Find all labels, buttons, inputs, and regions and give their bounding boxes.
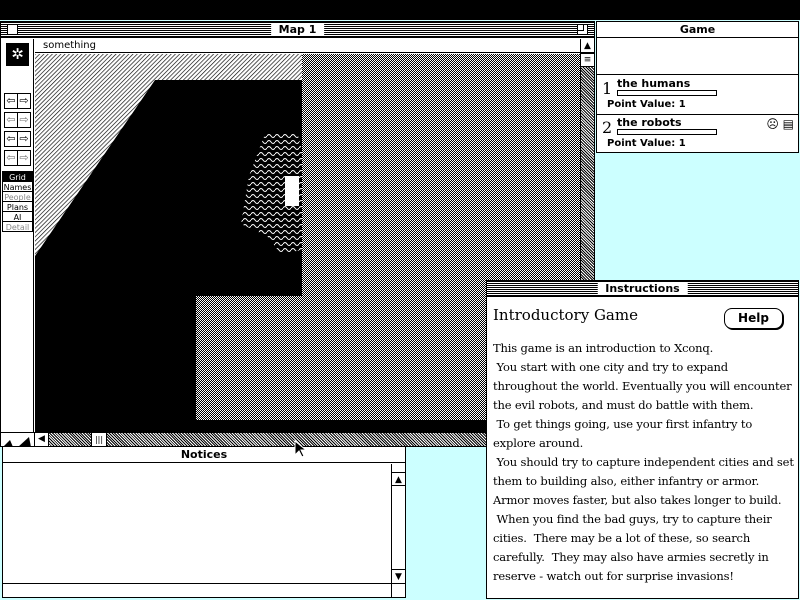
robot-face-icon: ☹ ▤ — [766, 117, 794, 131]
notices-vertical-scrollbar[interactable]: ▲ ▼ — [391, 464, 405, 583]
arrow-right-bold-icon[interactable]: ⇨ — [17, 131, 31, 147]
scroll-left-icon[interactable]: ◀ — [35, 433, 49, 446]
arrow-left-bold-icon[interactable]: ⇦ — [4, 131, 18, 147]
scroll-arrow-grid: ⇦ ⇨ ⇦ ⇨ ⇦ ⇨ ⇦ ⇨ — [4, 89, 32, 166]
arrow-left-dotted-icon[interactable]: ⇦ — [4, 150, 18, 166]
notices-window: Notices ▲ ▼ — [2, 446, 406, 598]
arrow-left-icon[interactable]: ⇦ — [4, 93, 18, 109]
side-row[interactable]: 1 the humans Point Value: 1 — [597, 76, 798, 115]
notices-horizontal-scrollbar[interactable] — [3, 583, 391, 597]
side-number: 2 — [602, 118, 613, 137]
side-progress-bar — [617, 90, 717, 96]
mode-names-button[interactable]: Names — [2, 181, 33, 192]
map-titlebar[interactable]: Map 1 — [1, 22, 594, 38]
scroll-up-icon[interactable]: ▲ — [392, 472, 405, 486]
side-point-value: Point Value: 1 — [607, 99, 686, 110]
mode-people-button[interactable]: People — [2, 191, 33, 202]
close-box[interactable] — [7, 24, 18, 35]
instructions-window: Instructions Introductory Game Help This… — [486, 280, 799, 599]
instructions-titlebar[interactable]: Instructions — [487, 281, 798, 297]
side-name: the humans — [617, 77, 691, 90]
mode-detail-button[interactable]: Detail — [2, 221, 33, 232]
game-window-title: Game — [671, 23, 724, 36]
scroll-up-icon[interactable]: ▲ — [581, 39, 594, 53]
snowflake-icon[interactable]: ✲ — [6, 43, 29, 66]
instructions-heading: Introductory Game — [493, 306, 638, 324]
map-toolbar: ✲ ⇦ ⇨ ⇦ ⇨ ⇦ ⇨ ⇦ ⇨ Grid Names People Plans AI… — [1, 39, 34, 446]
map-mode-list: Grid Names People Plans AI Detail — [2, 171, 33, 232]
zoom-box[interactable] — [577, 24, 588, 35]
arrow-right-outline-icon[interactable]: ⇨ — [17, 112, 31, 128]
instructions-window-title: Instructions — [597, 282, 688, 295]
zoom-controls[interactable] — [1, 433, 35, 447]
map-hscroll-thumb[interactable]: ||| — [91, 433, 107, 446]
game-status-area — [597, 39, 798, 75]
side-progress-bar — [617, 129, 717, 135]
notices-window-title: Notices — [172, 448, 236, 461]
game-titlebar[interactable]: Game — [597, 22, 798, 38]
notices-text-area[interactable] — [3, 464, 391, 583]
side-name: the robots — [617, 116, 682, 129]
mouse-cursor-icon — [294, 440, 308, 458]
notices-titlebar[interactable]: Notices — [3, 447, 405, 463]
arrow-right-icon[interactable]: ⇨ — [17, 93, 31, 109]
menu-bar — [0, 0, 800, 20]
instructions-text: This game is an introduction to Xconq. Y… — [493, 341, 794, 583]
map-vscroll-thumb[interactable]: ≡ — [581, 53, 594, 67]
help-button[interactable]: Help — [724, 308, 783, 329]
game-window: Game 1 the humans Point Value: 1 2 the r… — [596, 21, 799, 153]
side-point-value: Point Value: 1 — [607, 138, 686, 149]
side-number: 1 — [602, 79, 613, 98]
map-window-title: Map 1 — [270, 23, 325, 36]
map-status-text: something — [35, 39, 580, 53]
side-row[interactable]: 2 the robots ☹ ▤ Point Value: 1 — [597, 115, 798, 154]
scroll-down-icon[interactable]: ▼ — [392, 569, 405, 583]
arrow-right-dotted-icon[interactable]: ⇨ — [17, 150, 31, 166]
resize-handle[interactable] — [391, 583, 405, 597]
arrow-left-outline-icon[interactable]: ⇦ — [4, 112, 18, 128]
